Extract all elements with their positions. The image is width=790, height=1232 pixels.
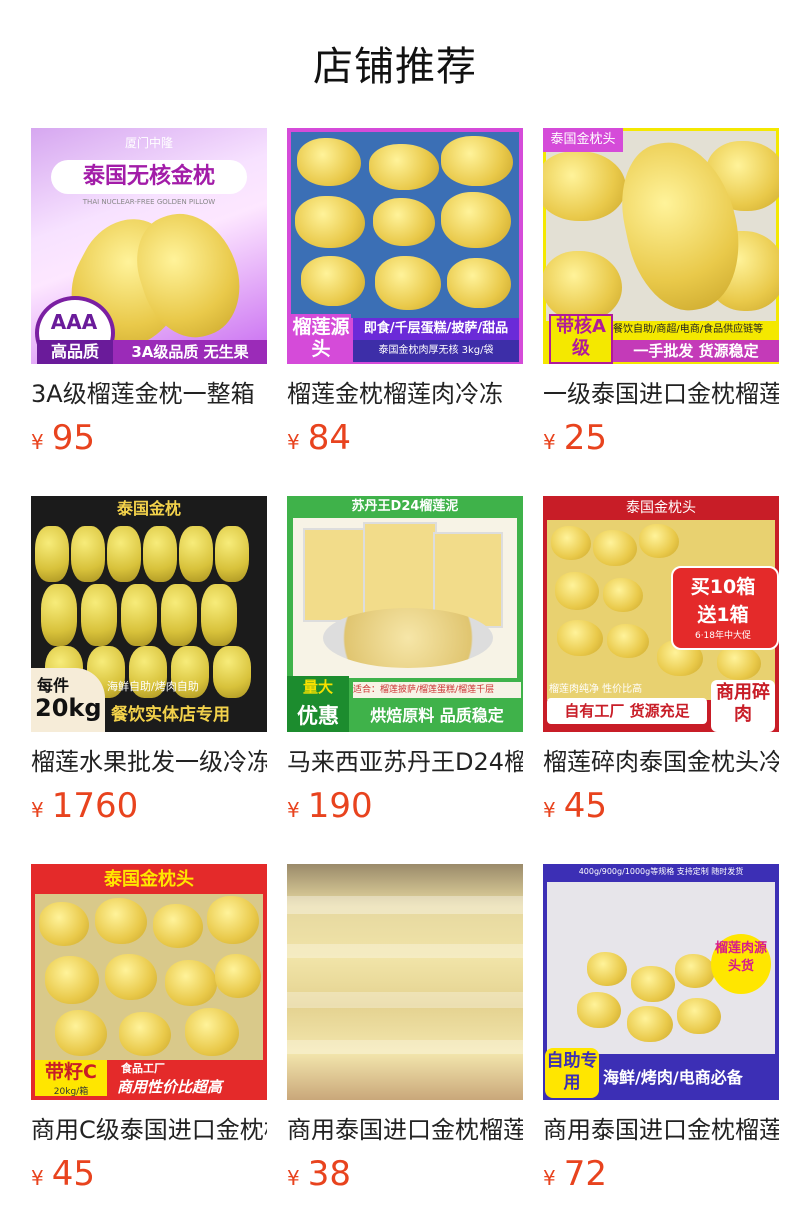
factory-line: 自有工厂 货源充足 [547,698,707,724]
product-price: ¥1760 [31,786,267,826]
product-price: ¥38 [287,1154,523,1194]
page-title: 店铺推荐 [313,44,477,90]
product-image[interactable]: 泰国金枕头 买10箱 送1箱 6·18年中大促 榴莲肉纯净 性价比高 自有工厂 … [543,496,779,732]
unit-label: 每件 [37,676,70,695]
currency-symbol: ¥ [543,430,556,454]
price-value: 25 [563,418,607,458]
usage-line: 适合：榴莲披萨/榴莲蛋糕/榴莲千层 [353,682,521,698]
product-image[interactable]: 厦门中隆 泰国无核金枕 THAI NUCLEAR-FREE GOLDEN PIL… [31,128,267,364]
price-value: 1760 [51,786,139,826]
product-price: ¥45 [543,786,779,826]
price-value: 45 [563,786,607,826]
product-title[interactable]: 马来西亚苏丹王D24榴莲泥 [287,746,523,778]
top-label: 苏丹王D24榴莲泥 [351,499,459,514]
product-price: ¥95 [31,418,267,458]
product-price: ¥190 [287,786,523,826]
spec-line: 400g/900g/1000g等规格 支持定制 随时发货 [578,867,744,876]
product-card[interactable]: 厦门中隆 泰国无核金枕 THAI NUCLEAR-FREE GOLDEN PIL… [31,128,267,458]
product-image[interactable]: 泰国金枕头 带核A级 餐饮自助/商超/电商/食品供应链等 一手批发 货源稳定 [543,128,779,364]
quality-line: 榴莲肉纯净 性价比高 [549,684,643,695]
wholesale-line: 一手批发 货源稳定 [613,340,779,362]
product-title[interactable]: 榴莲水果批发一级冷冻 [31,746,267,778]
banner-subtext: THAI NUCLEAR-FREE GOLDEN PILLOW [82,198,216,206]
quality-line: 烘焙原料 品质稳定 [370,706,504,725]
product-title[interactable]: 榴莲碎肉泰国金枕头冷冻 [543,746,779,778]
currency-symbol: ¥ [31,1166,44,1190]
price-value: 95 [51,418,95,458]
product-card[interactable]: 苏丹王D24榴莲泥 量大 优惠 适合：榴莲披萨/榴莲蛋糕/榴莲千层 烘焙原料 品… [287,496,523,826]
origin-label: 榴莲源头 [291,314,351,364]
top-label: 泰国金枕头 [104,869,194,890]
currency-symbol: ¥ [287,1166,300,1190]
product-card[interactable]: 商用泰国进口金枕榴莲泥 ¥38 [287,864,523,1194]
product-title[interactable]: 一级泰国进口金枕榴莲 [543,378,779,410]
corner-label: 泰国金枕头 [543,128,623,152]
product-image[interactable]: 400g/900g/1000g等规格 支持定制 随时发货 榴莲肉源头货 自助专用… [543,864,779,1100]
product-image[interactable]: 苏丹王D24榴莲泥 量大 优惠 适合：榴莲披萨/榴莲蛋糕/榴莲千层 烘焙原料 品… [287,496,523,732]
spec-band: 泰国金枕肉厚无核 3kg/袋 [353,340,519,362]
price-value: 190 [307,786,373,826]
product-card[interactable]: 泰国金枕头 带核A级 餐饮自助/商超/电商/食品供应链等 一手批发 货源稳定 一… [543,128,779,458]
price-value: 72 [563,1154,607,1194]
product-image[interactable]: 榴莲源头 即食/千层蛋糕/披萨/甜品 泰国金枕肉厚无核 3kg/袋 [287,128,523,364]
unit-weight: 20kg [35,694,102,722]
product-card[interactable]: 泰国金枕 每件 20kg 海鲜自助/烤肉自助 餐饮实体店专用 榴莲水果批发一级冷… [31,496,267,826]
usage-band: 即食/千层蛋糕/披萨/甜品 [353,318,519,340]
product-title[interactable]: 商用C级泰国进口金枕榴莲 [31,1114,267,1146]
product-price: ¥45 [31,1154,267,1194]
product-image[interactable]: 泰国金枕头 带籽C 20kg/箱 食品工厂 商用性价比超高 [31,864,267,1100]
usage-badge: 自助专用 [545,1048,599,1098]
currency-symbol: ¥ [543,798,556,822]
usage-line: 海鲜自助/烤肉自助 [107,680,199,693]
promo-line-2: 送1箱 [697,604,749,626]
currency-symbol: ¥ [31,430,44,454]
product-price: ¥25 [543,418,779,458]
price-value: 45 [51,1154,95,1194]
currency-symbol: ¥ [287,430,300,454]
origin-circle: 榴莲肉源头货 [711,934,771,994]
product-card[interactable]: 榴莲源头 即食/千层蛋糕/披萨/甜品 泰国金枕肉厚无核 3kg/袋 榴莲金枕榴莲… [287,128,523,458]
product-title[interactable]: 商用泰国进口金枕榴莲泥 [287,1114,523,1146]
product-card[interactable]: 泰国金枕头 买10箱 送1箱 6·18年中大促 榴莲肉纯净 性价比高 自有工厂 … [543,496,779,826]
currency-symbol: ¥ [31,798,44,822]
banner-text: 泰国无核金枕 [51,160,247,194]
weight-label: 20kg/箱 [53,1087,89,1097]
value-line: 商用性价比超高 [117,1078,223,1096]
product-price: ¥84 [287,418,523,458]
quality-badge-sub: 高品质 [37,340,113,364]
discount-badge-main: 优惠 [297,704,339,728]
currency-symbol: ¥ [287,798,300,822]
grade-badge: 带核A级 [549,314,613,364]
usage-line: 海鲜/烤肉/电商必备 [603,1068,743,1087]
promo-line-1: 买10箱 [690,576,756,598]
footer-text: 3A级品质 无生果 [113,340,267,364]
factory-label: 食品工厂 [121,1062,165,1075]
product-price: ¥72 [543,1154,779,1194]
brand-label: 厦门中隆 [124,136,173,150]
product-image[interactable]: 泰国金枕 每件 20kg 海鲜自助/烤肉自助 餐饮实体店专用 [31,496,267,732]
price-value: 84 [307,418,351,458]
commercial-badge: 商用碎肉 [711,680,775,732]
currency-symbol: ¥ [543,1166,556,1190]
promo-line-3: 6·18年中大促 [694,631,752,641]
product-image[interactable] [287,864,523,1100]
store-line: 餐饮实体店专用 [111,705,230,725]
usage-line: 餐饮自助/商超/电商/食品供应链等 [613,322,779,338]
product-title[interactable]: 商用泰国进口金枕榴莲肉 [543,1114,779,1146]
top-label: 泰国金枕头 [626,500,696,516]
product-card[interactable]: 400g/900g/1000g等规格 支持定制 随时发货 榴莲肉源头货 自助专用… [543,864,779,1194]
price-value: 38 [307,1154,351,1194]
quality-badge: AAA [50,310,98,334]
top-label: 泰国金枕 [31,496,267,522]
product-card[interactable]: 泰国金枕头 带籽C 20kg/箱 食品工厂 商用性价比超高 商用C级泰国进口金枕… [31,864,267,1194]
product-title[interactable]: 3A级榴莲金枕一整箱 [31,378,267,410]
product-title[interactable]: 榴莲金枕榴莲肉冷冻 [287,378,523,410]
